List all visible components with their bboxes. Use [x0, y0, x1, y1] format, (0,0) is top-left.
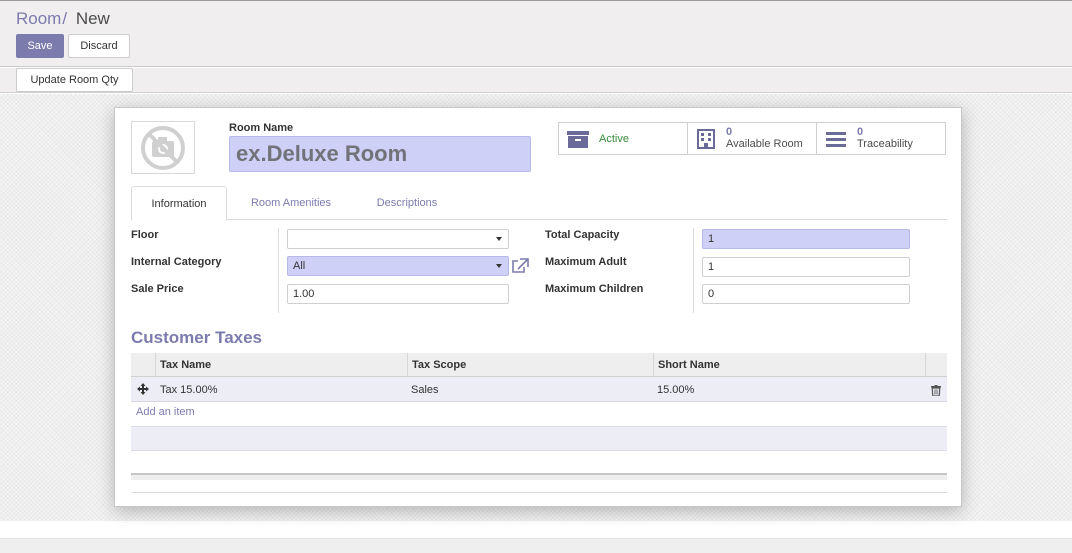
table-header: Tax Name Tax Scope Short Name — [131, 353, 947, 377]
chevron-down-icon — [496, 264, 502, 268]
tax-name-cell: Tax 15.00% — [160, 383, 218, 396]
building-icon — [697, 128, 715, 149]
external-link-icon[interactable] — [511, 258, 529, 274]
archive-icon — [567, 130, 589, 148]
table-footer — [131, 473, 947, 480]
footer-band — [0, 538, 1072, 553]
breadcrumb-separator: / — [62, 9, 68, 28]
room-name-input[interactable]: ex.Deluxe Room — [229, 136, 531, 172]
sale-price-input[interactable]: 1.00 — [287, 284, 509, 304]
no-camera-icon — [141, 125, 185, 170]
active-label: Active — [599, 132, 629, 145]
save-button[interactable]: Save — [16, 34, 64, 58]
maximum-children-input[interactable]: 0 — [702, 284, 910, 304]
breadcrumb: Room/ New — [16, 9, 110, 29]
breadcrumb-current: New — [75, 9, 110, 28]
column-header-actions — [925, 353, 947, 377]
tax-scope-cell: Sales — [411, 383, 439, 396]
column-header-short-name[interactable]: Short Name — [653, 353, 925, 377]
trash-icon[interactable] — [931, 385, 941, 396]
maximum-adult-label: Maximum Adult — [545, 256, 627, 268]
column-header-tax-name[interactable]: Tax Name — [155, 353, 407, 377]
field-separator — [693, 228, 694, 313]
available-room-count: 0 — [726, 126, 733, 138]
internal-category-value: All — [293, 260, 306, 272]
tab-room-amenities[interactable]: Room Amenities — [231, 186, 351, 220]
internal-category-select[interactable]: All — [287, 256, 509, 276]
available-room-button[interactable]: 0 Available Room — [687, 122, 817, 155]
empty-row — [131, 426, 947, 451]
update-room-qty-button[interactable]: Update Room Qty — [16, 68, 133, 92]
room-image-field[interactable] — [131, 121, 195, 174]
discard-button[interactable]: Discard — [68, 34, 130, 58]
traceability-button[interactable]: 0 Traceability — [816, 122, 946, 155]
form-sheet: Room Name ex.Deluxe Room Active 0 Availa… — [114, 107, 962, 507]
customer-taxes-title: Customer Taxes — [131, 328, 263, 347]
total-capacity-input[interactable]: 1 — [702, 229, 910, 249]
floor-label: Floor — [131, 229, 159, 241]
maximum-adult-input[interactable]: 1 — [702, 257, 910, 277]
sale-price-label: Sale Price — [131, 283, 184, 295]
floor-select[interactable] — [287, 229, 509, 249]
available-room-label: Available Room — [726, 138, 803, 150]
internal-category-label: Internal Category — [131, 256, 222, 268]
short-name-cell: 15.00% — [657, 383, 695, 396]
chevron-down-icon — [496, 237, 502, 241]
total-capacity-label: Total Capacity — [545, 229, 620, 241]
room-name-label: Room Name — [229, 122, 294, 134]
traceability-count: 0 — [857, 126, 864, 138]
maximum-children-label: Maximum Children — [545, 283, 644, 295]
traceability-label: Traceability — [857, 138, 913, 150]
column-header-tax-scope[interactable]: Tax Scope — [407, 353, 653, 377]
tab-descriptions[interactable]: Descriptions — [357, 186, 457, 220]
active-toggle-button[interactable]: Active — [558, 122, 688, 155]
breadcrumb-room-link[interactable]: Room — [16, 9, 61, 28]
control-panel: Room/ New Save Discard — [0, 1, 1072, 67]
field-separator — [278, 228, 279, 313]
drag-handle-icon[interactable] — [137, 383, 149, 395]
tab-information[interactable]: Information — [131, 186, 227, 221]
table-row[interactable]: Tax 15.00% Sales 15.00% — [131, 377, 947, 402]
bars-icon — [826, 131, 846, 147]
statusbar: Update Room Qty — [0, 68, 1072, 93]
notebook-tabs: Information Room Amenities Descriptions — [131, 186, 947, 221]
add-an-item-link[interactable]: Add an item — [136, 406, 195, 418]
table-footer-line — [131, 492, 947, 493]
